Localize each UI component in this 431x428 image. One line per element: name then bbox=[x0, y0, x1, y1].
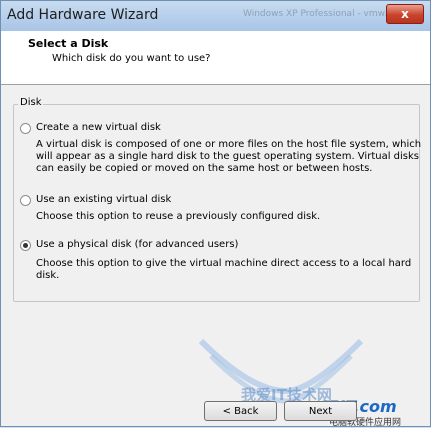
close-button[interactable]: x bbox=[386, 4, 424, 24]
option-use-existing-desc: Choose this option to reuse a previously… bbox=[36, 211, 321, 222]
radio-use-existing[interactable] bbox=[20, 195, 31, 206]
radio-physical-disk[interactable] bbox=[20, 240, 31, 251]
wizard-header: Select a Disk Which disk do you want to … bbox=[1, 31, 430, 85]
next-button[interactable]: Next bbox=[284, 401, 357, 421]
disk-group-label: Disk bbox=[18, 97, 44, 108]
option-create-new-desc: A virtual disk is composed of one or mor… bbox=[36, 139, 422, 174]
title-bar[interactable]: Add Hardware Wizard Windows XP Professio… bbox=[1, 1, 430, 31]
page-title: Select a Disk bbox=[28, 37, 109, 50]
window-title: Add Hardware Wizard bbox=[7, 7, 159, 23]
wizard-window: Add Hardware Wizard Windows XP Professio… bbox=[0, 0, 431, 428]
page-subtitle: Which disk do you want to use? bbox=[52, 53, 211, 64]
option-physical-disk-desc: Choose this option to give the virtual m… bbox=[36, 258, 412, 281]
option-create-new-label[interactable]: Create a new virtual disk bbox=[36, 122, 161, 133]
option-use-existing-label[interactable]: Use an existing virtual disk bbox=[36, 194, 171, 205]
back-button[interactable]: < Back bbox=[204, 401, 277, 421]
title-watermark: Windows XP Professional - vmware bbox=[243, 9, 400, 19]
radio-create-new[interactable] bbox=[20, 123, 31, 134]
option-physical-disk-label[interactable]: Use a physical disk (for advanced users) bbox=[36, 239, 238, 250]
